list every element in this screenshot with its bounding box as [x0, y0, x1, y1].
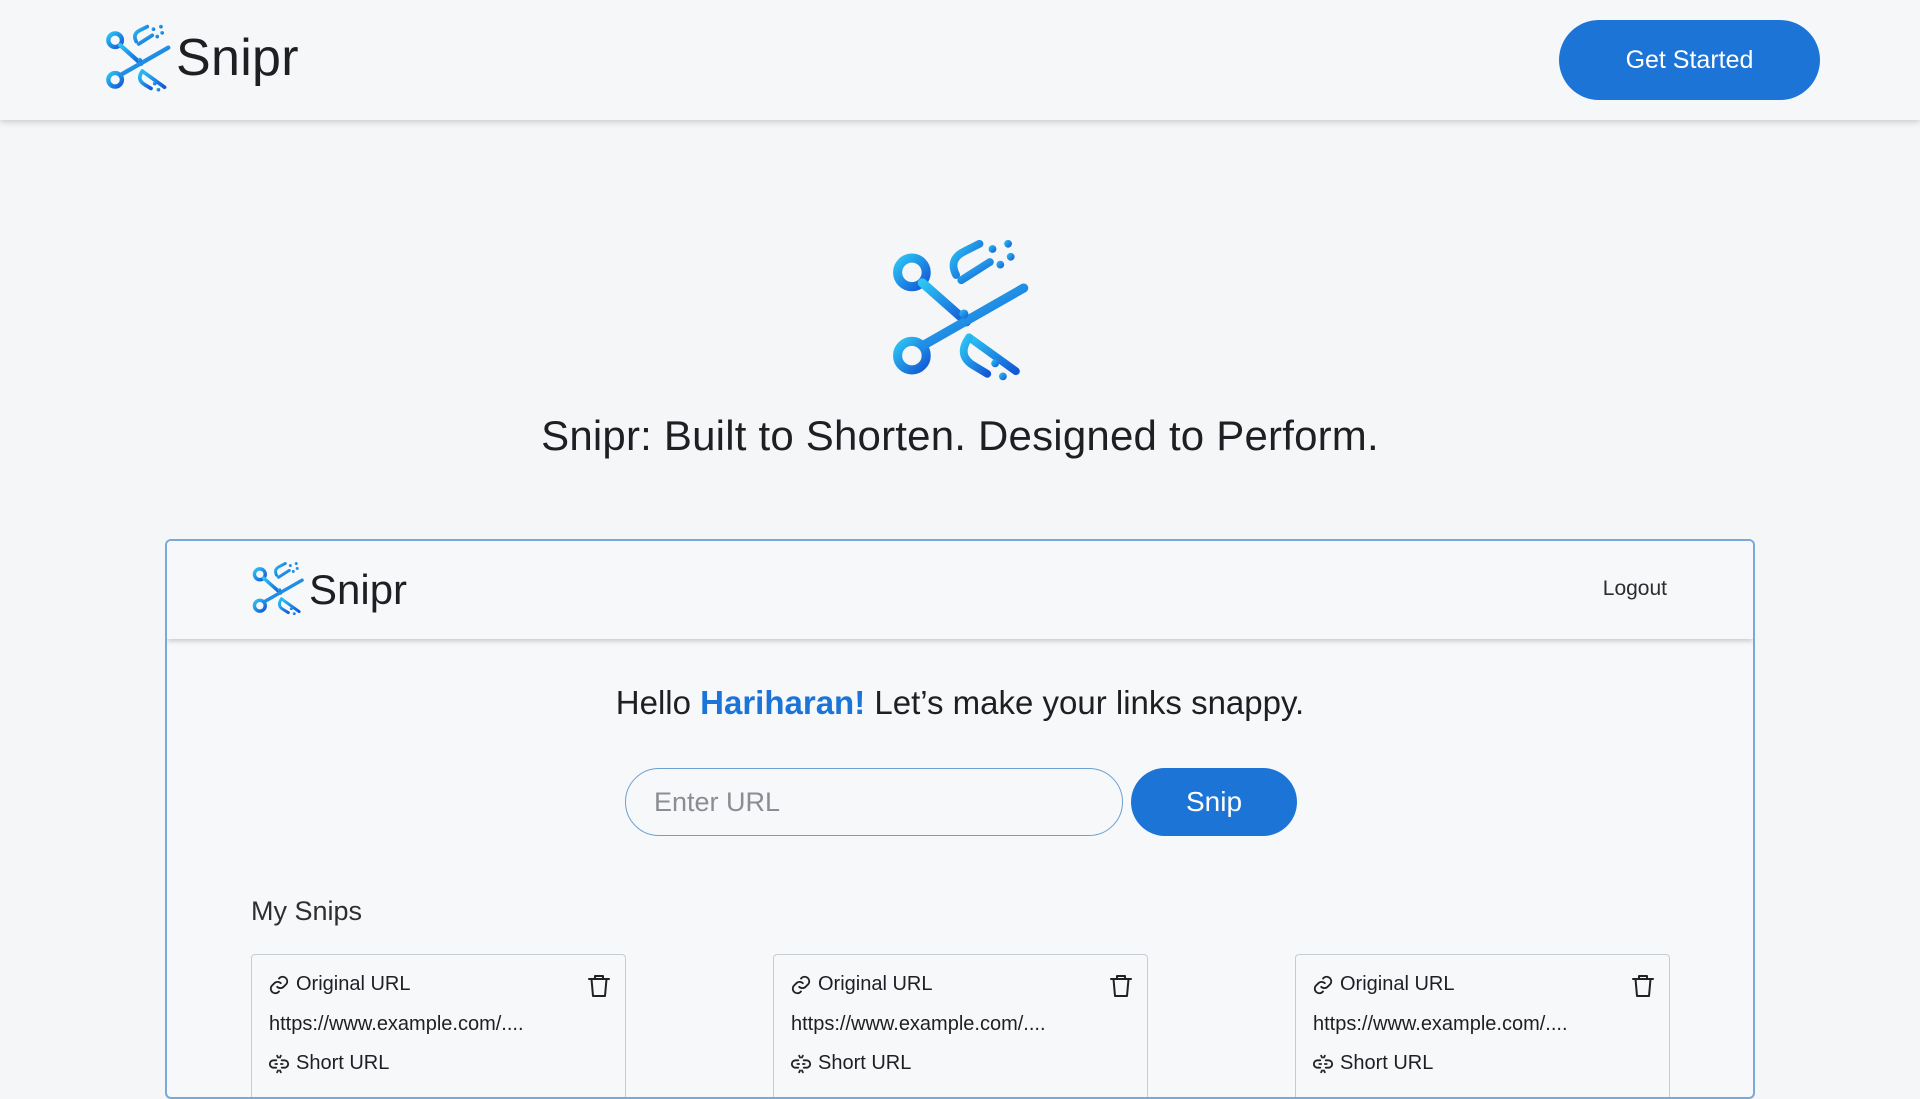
top-navbar: Snipr Get Started: [0, 0, 1920, 120]
delete-snip-button[interactable]: [1631, 973, 1655, 999]
short-url-row: Short URL: [268, 1052, 389, 1075]
original-url-row: Original URL: [1312, 973, 1454, 996]
broken-link-icon: [1312, 1054, 1334, 1073]
delete-snip-button[interactable]: [1109, 973, 1133, 999]
app-brand[interactable]: Snipr: [251, 559, 407, 621]
get-started-button[interactable]: Get Started: [1559, 20, 1820, 100]
hero-title: Snipr: Built to Shorten. Designed to Per…: [541, 412, 1379, 459]
trash-icon: [1110, 975, 1132, 997]
short-url-row: Short URL: [790, 1052, 911, 1075]
app-preview-frame: Snipr Logout Hello Hariharan! Let’s make…: [165, 539, 1755, 1099]
snip-card: Original URL https://www.example.com/...…: [251, 954, 626, 1097]
original-url-label: Original URL: [296, 973, 411, 995]
snip-card: Original URL https://www.example.com/...…: [1295, 954, 1670, 1097]
original-url-row: Original URL: [790, 973, 932, 996]
original-url-label: Original URL: [818, 973, 933, 995]
snip-button[interactable]: Snip: [1131, 768, 1297, 836]
original-url-value: https://www.example.com/....: [269, 1013, 524, 1035]
original-url-label: Original URL: [1340, 973, 1455, 995]
url-input[interactable]: [625, 768, 1123, 836]
link-icon: [269, 975, 289, 994]
snipr-logo-icon: [104, 22, 172, 98]
logout-link[interactable]: Logout: [1603, 577, 1667, 601]
original-url-row: Original URL: [268, 973, 410, 996]
broken-link-icon: [790, 1054, 812, 1073]
trash-icon: [588, 975, 610, 997]
brand-home-link[interactable]: Snipr: [104, 22, 299, 98]
short-url-label: Short URL: [818, 1052, 912, 1074]
short-url-label: Short URL: [296, 1052, 390, 1074]
original-url-value: https://www.example.com/....: [791, 1013, 1046, 1035]
trash-icon: [1632, 975, 1654, 997]
link-icon: [1313, 975, 1333, 994]
my-snips-heading: My Snips: [251, 896, 363, 926]
snipr-logo-icon: [251, 559, 305, 621]
hero-logo-icon: [888, 236, 1032, 392]
link-icon: [791, 975, 811, 994]
greeting-username: Hariharan!: [700, 684, 866, 721]
short-url-row: Short URL: [1312, 1052, 1433, 1075]
short-url-label: Short URL: [1340, 1052, 1434, 1074]
app-navbar: Snipr Logout: [167, 541, 1753, 639]
greeting-prefix: Hello: [615, 684, 701, 721]
broken-link-icon: [268, 1054, 290, 1073]
app-brand-name: Snipr: [309, 566, 408, 613]
greeting-suffix: Let’s make your links snappy.: [865, 684, 1305, 721]
snip-card: Original URL https://www.example.com/...…: [773, 954, 1148, 1097]
brand-name: Snipr: [176, 29, 299, 87]
delete-snip-button[interactable]: [587, 973, 611, 999]
original-url-value: https://www.example.com/....: [1313, 1013, 1568, 1035]
greeting: Hello Hariharan! Let’s make your links s…: [167, 684, 1753, 722]
